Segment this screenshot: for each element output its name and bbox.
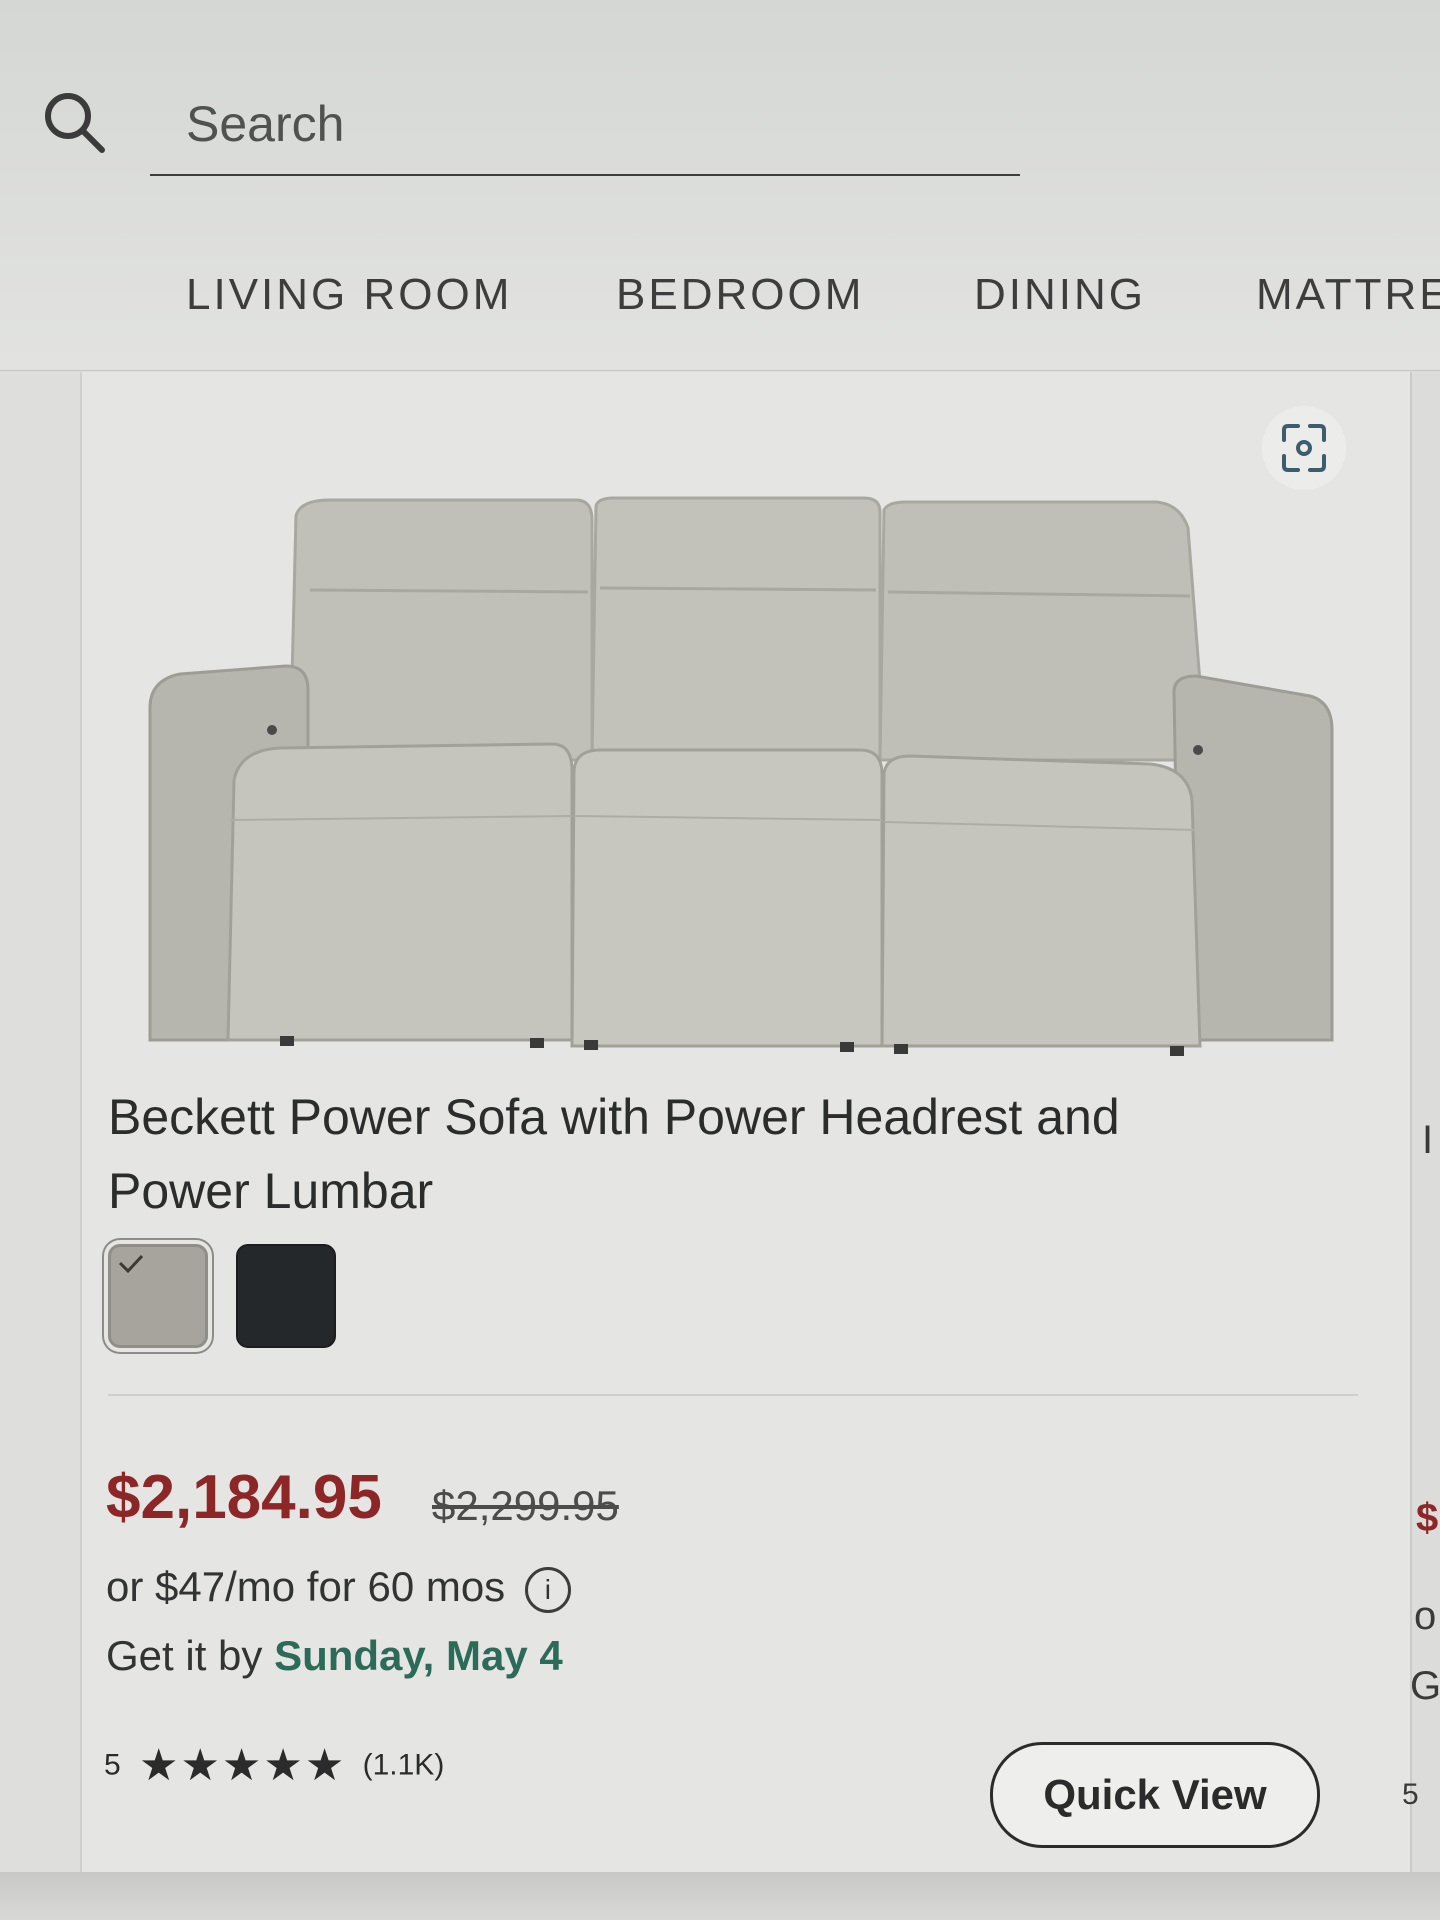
financing-text: or $47/mo for 60 mos i [106,1563,571,1613]
search-bar[interactable] [40,78,1020,178]
review-count: (1.1K) [362,1748,445,1782]
search-underline [150,174,1020,176]
site-header: LIVING ROOM BEDROOM DINING MATTRE [0,0,1440,371]
nav-mattresses[interactable]: MATTRE [1256,270,1440,320]
swatch-black[interactable] [236,1244,336,1348]
original-price: $2,299.95 [432,1482,619,1529]
divider [108,1394,1358,1396]
delivery-text: Get it by Sunday, May 4 [106,1632,563,1680]
next-card-rating: 5 [1402,1778,1419,1811]
product-image[interactable] [140,480,1340,1060]
bottom-edge [0,1872,1440,1920]
financing-label: or $47/mo for 60 mos [106,1563,506,1610]
next-card-price: $ [1416,1496,1439,1540]
check-icon [118,1254,144,1274]
star-rating-icon: ★★★★★ [139,1741,347,1790]
category-nav: LIVING ROOM BEDROOM DINING MATTRE [0,270,1440,340]
rating[interactable]: 5 ★★★★★ (1.1K) [104,1740,444,1791]
visual-search-button[interactable] [1262,406,1346,490]
camera-scan-icon [1282,424,1326,472]
rating-score: 5 [104,1748,121,1782]
nav-living-room[interactable]: LIVING ROOM [186,270,512,320]
next-card-title: I [1422,1118,1434,1162]
delivery-prefix: Get it by [106,1632,263,1679]
search-input[interactable] [150,78,1010,170]
nav-bedroom[interactable]: BEDROOM [616,270,864,320]
delivery-date: Sunday, May 4 [274,1632,563,1679]
next-card-delivery: G [1410,1664,1440,1708]
nav-dining[interactable]: DINING [974,270,1146,320]
next-card-financing: o [1414,1594,1437,1638]
sale-price: $2,184.95 [106,1463,382,1532]
info-icon[interactable]: i [524,1566,571,1613]
product-title[interactable]: Beckett Power Sofa with Power Headrest a… [108,1080,1258,1228]
quick-view-button[interactable]: Quick View [990,1742,1320,1848]
search-icon[interactable] [40,88,110,158]
swatch-gray[interactable] [108,1244,208,1348]
